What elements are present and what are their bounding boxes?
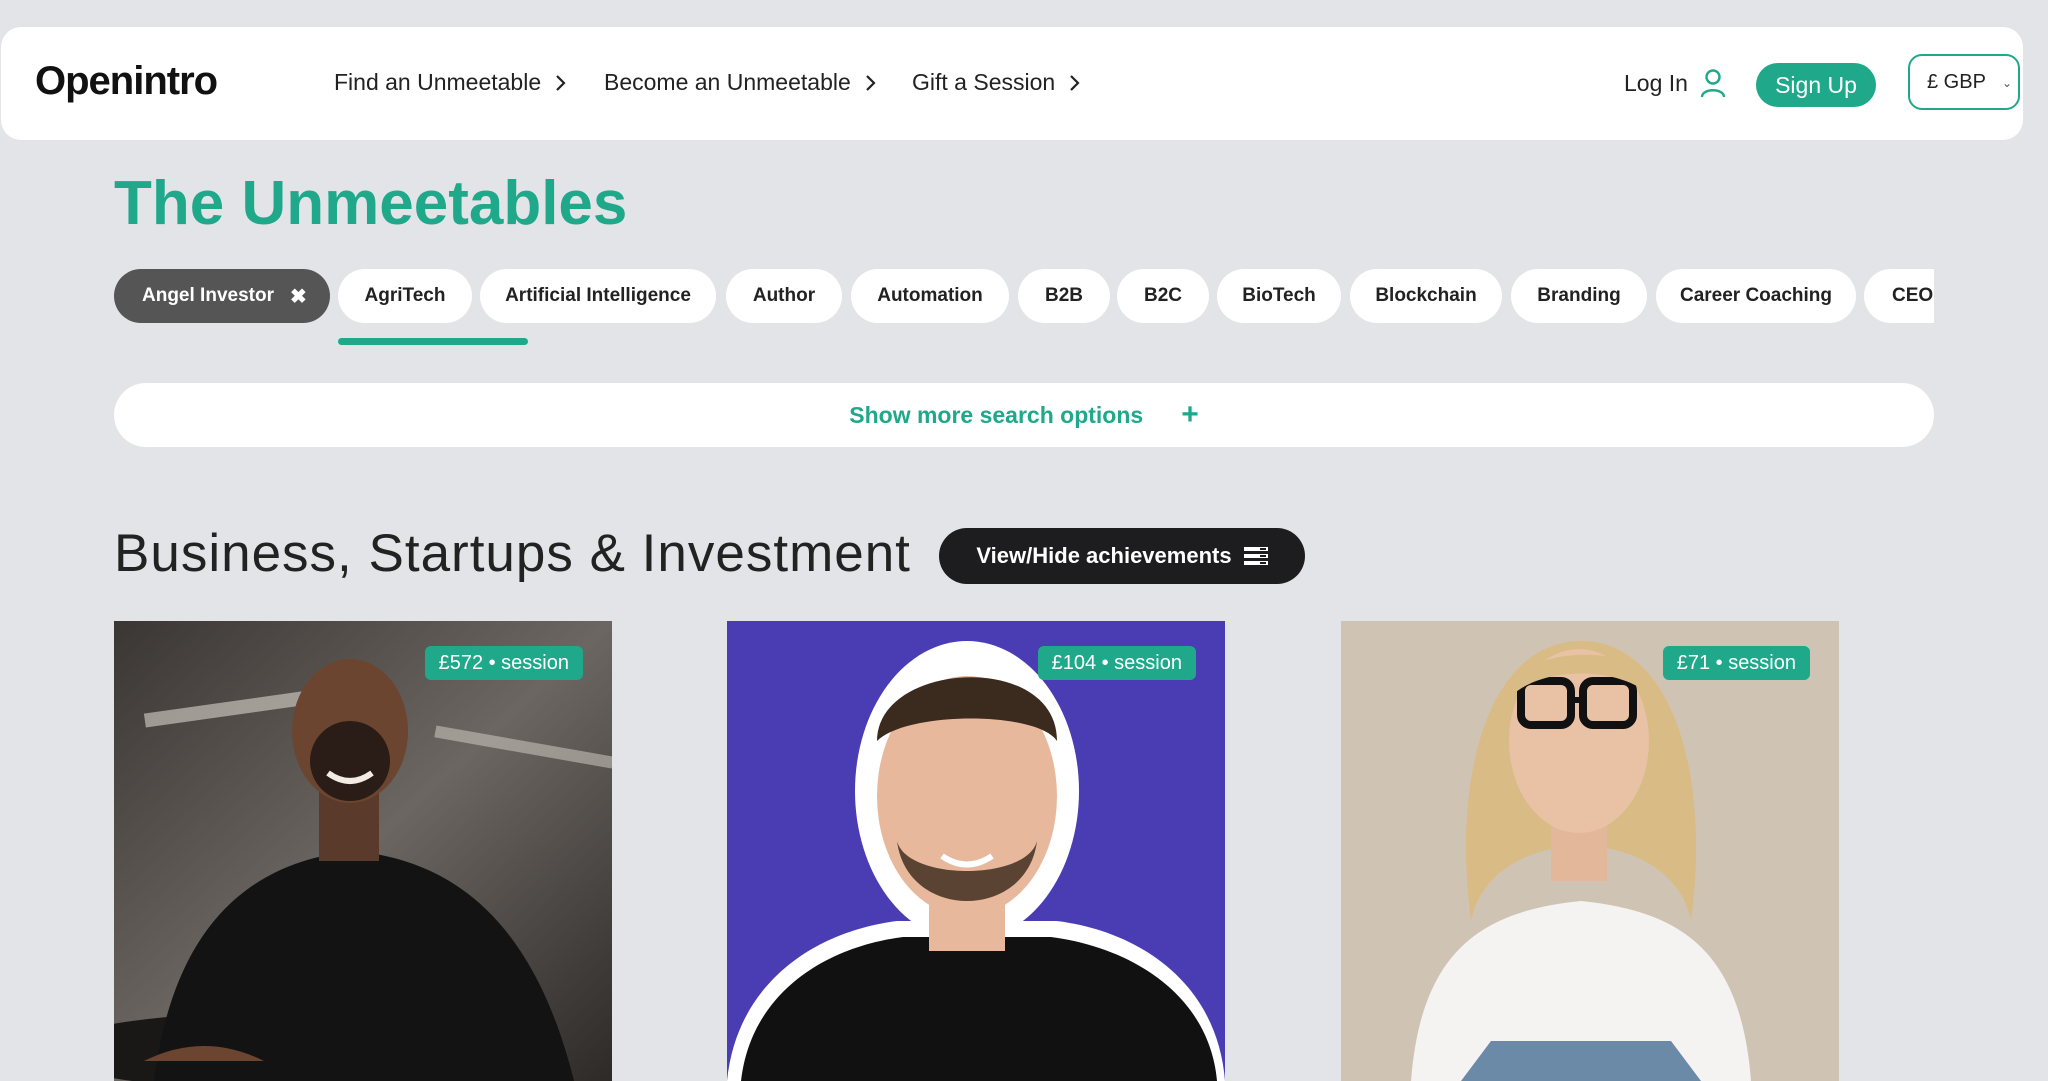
more-search-options-button[interactable]: Show more search options + (114, 383, 1934, 447)
achievements-label: View/Hide achievements (976, 543, 1232, 568)
tag-ceo[interactable]: CEO (1864, 269, 1934, 323)
close-icon[interactable]: ✖ (290, 284, 307, 309)
nav-find-unmeetable[interactable]: Find an Unmeetable (334, 71, 566, 94)
logo[interactable]: Openintro (35, 61, 218, 101)
profile-photo (114, 621, 612, 1081)
profile-card[interactable]: £104 • session (727, 621, 1225, 1081)
nav-gift-session-label: Gift a Session (912, 69, 1056, 95)
section-title: Business, Startups & Investment (114, 524, 911, 583)
tag-angel-investor[interactable]: Angel Investor ✖ (114, 269, 330, 323)
signup-button[interactable]: Sign Up (1756, 63, 1876, 107)
currency-value: £ GBP (1927, 70, 1986, 93)
tag-artificial-intelligence[interactable]: Artificial Intelligence (480, 269, 716, 323)
profile-photo (1341, 621, 1839, 1081)
nav-gift-session[interactable]: Gift a Session (912, 71, 1080, 94)
price-badge: £104 • session (1037, 646, 1196, 680)
chevron-right-icon (556, 74, 566, 91)
view-hide-achievements-button[interactable]: View/Hide achievements (939, 528, 1305, 584)
tag-agritech[interactable]: AgriTech (338, 269, 472, 323)
tag-label: Angel Investor (142, 285, 274, 306)
more-search-options-label: Show more search options (849, 401, 1144, 428)
plus-icon: + (1181, 398, 1199, 431)
tag-author[interactable]: Author (726, 269, 842, 323)
page-title: The Unmeetables (114, 169, 628, 238)
chevron-right-icon (1070, 74, 1080, 91)
tag-career-coaching[interactable]: Career Coaching (1656, 269, 1856, 323)
nav-become-unmeetable[interactable]: Become an Unmeetable (604, 71, 876, 94)
login-link[interactable]: Log In (1624, 68, 1726, 98)
profile-card[interactable]: £71 • session (1341, 621, 1839, 1081)
tag-b2c[interactable]: B2C (1117, 269, 1209, 323)
tag-scroll-indicator[interactable] (338, 338, 528, 345)
nav-find-unmeetable-label: Find an Unmeetable (334, 69, 542, 95)
user-icon (1700, 69, 1726, 98)
profile-photo (727, 621, 1225, 1081)
list-icon (1243, 547, 1268, 565)
chevron-right-icon (865, 74, 876, 91)
tag-branding[interactable]: Branding (1511, 269, 1647, 323)
tag-filter-row: Angel Investor ✖ AgriTech Artificial Int… (114, 269, 1934, 323)
price-badge: £572 • session (424, 646, 583, 680)
nav-become-unmeetable-label: Become an Unmeetable (604, 69, 851, 95)
site-header: Openintro Find an Unmeetable Become an U… (1, 27, 2023, 140)
currency-select[interactable]: £ GBP ⌄ (1908, 54, 2020, 110)
price-badge: £71 • session (1662, 646, 1810, 680)
tag-biotech[interactable]: BioTech (1217, 269, 1341, 323)
tag-automation[interactable]: Automation (851, 269, 1009, 323)
chevron-down-icon: ⌄ (2001, 76, 2012, 90)
tag-b2b[interactable]: B2B (1018, 269, 1110, 323)
login-label: Log In (1624, 69, 1688, 96)
profile-card[interactable]: £572 • session (114, 621, 612, 1081)
tag-blockchain[interactable]: Blockchain (1350, 269, 1502, 323)
